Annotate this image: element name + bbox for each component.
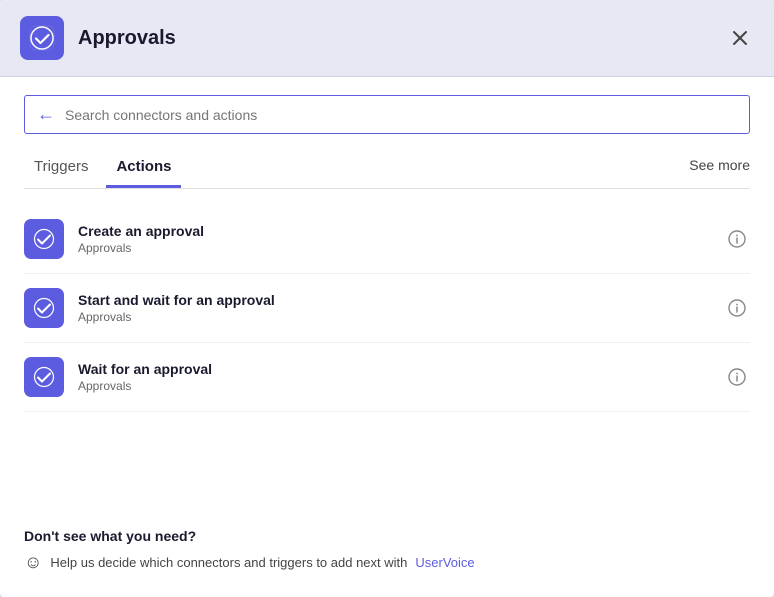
panel-header: Approvals <box>0 0 774 77</box>
action-subtitle-wait: Approvals <box>78 379 724 393</box>
action-title-wait: Wait for an approval <box>78 361 724 377</box>
action-item-wait[interactable]: Wait for an approval Approvals <box>24 343 750 412</box>
tab-actions[interactable]: Actions <box>106 152 181 188</box>
tabs-bar: Triggers Actions See more <box>24 152 750 189</box>
tab-triggers[interactable]: Triggers <box>24 152 98 188</box>
info-button-create[interactable] <box>724 226 750 252</box>
action-text-start-wait: Start and wait for an approval Approvals <box>78 292 724 324</box>
footer-title: Don't see what you need? <box>24 528 750 544</box>
panel-body: ← Triggers Actions See more Cr <box>0 77 774 597</box>
search-bar: ← <box>24 95 750 134</box>
info-button-start-wait[interactable] <box>724 295 750 321</box>
footer-section: Don't see what you need? ☺ Help us decid… <box>24 520 750 573</box>
approvals-icon <box>20 16 64 60</box>
back-arrow-icon[interactable]: ← <box>37 104 55 125</box>
footer-body-text: Help us decide which connectors and trig… <box>50 555 407 570</box>
approvals-panel: Approvals ← Triggers Actions See more <box>0 0 774 597</box>
action-subtitle-create: Approvals <box>78 241 724 255</box>
panel-title: Approvals <box>78 27 726 50</box>
action-list: Create an approval Approvals <box>24 205 750 496</box>
action-text-create: Create an approval Approvals <box>78 223 724 255</box>
uservoice-link[interactable]: UserVoice <box>415 555 474 570</box>
action-title-start-wait: Start and wait for an approval <box>78 292 724 308</box>
action-text-wait: Wait for an approval Approvals <box>78 361 724 393</box>
see-more-button[interactable]: See more <box>689 157 750 183</box>
action-icon-create <box>24 219 64 259</box>
action-item-start-wait[interactable]: Start and wait for an approval Approvals <box>24 274 750 343</box>
action-title-create: Create an approval <box>78 223 724 239</box>
action-icon-start-wait <box>24 288 64 328</box>
close-button[interactable] <box>726 26 754 50</box>
action-icon-wait <box>24 357 64 397</box>
action-item-create-approval[interactable]: Create an approval Approvals <box>24 205 750 274</box>
search-input[interactable] <box>65 107 737 123</box>
smiley-icon: ☺ <box>24 552 42 573</box>
action-subtitle-start-wait: Approvals <box>78 310 724 324</box>
footer-text: ☺ Help us decide which connectors and tr… <box>24 552 750 573</box>
info-button-wait[interactable] <box>724 364 750 390</box>
